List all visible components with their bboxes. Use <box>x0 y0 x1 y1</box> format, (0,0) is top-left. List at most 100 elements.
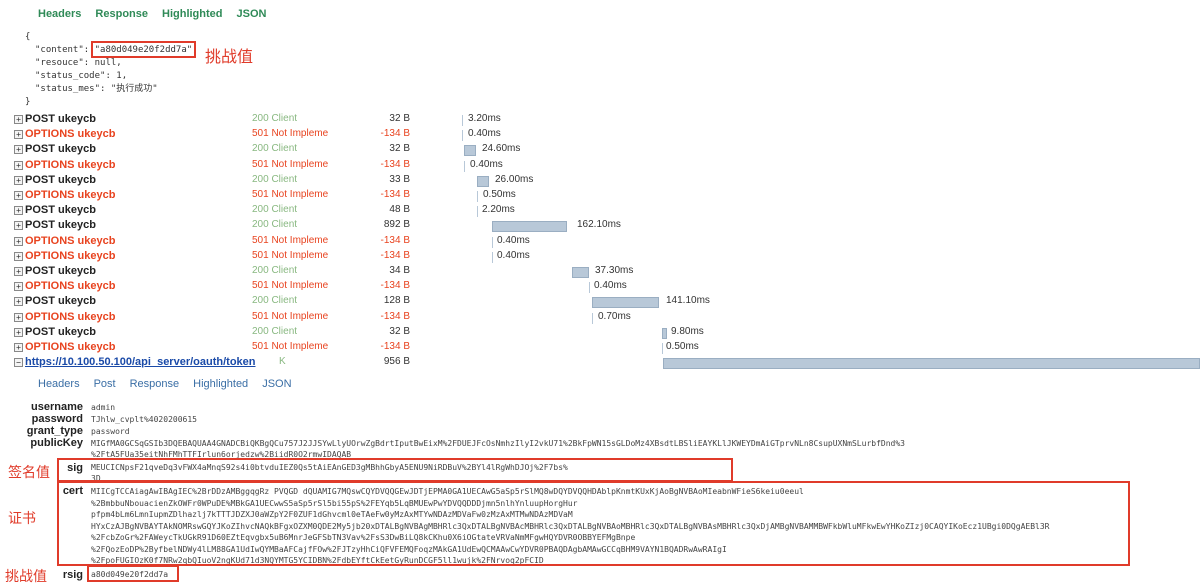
tab-headers[interactable]: Headers <box>38 8 81 20</box>
request-row[interactable]: + POST ukeycb 200 Client 128 B 141.10ms <box>14 295 1200 310</box>
json-content-key: "content" <box>35 45 84 55</box>
request-name[interactable]: POST ukeycb <box>25 143 96 155</box>
request-size: -134 B <box>380 128 410 140</box>
expand-icon[interactable]: + <box>14 236 23 246</box>
request-name[interactable]: POST ukeycb <box>25 295 96 307</box>
token-request-row[interactable]: − https://10.100.50.100/api_server/oauth… <box>14 356 1200 371</box>
tab-response-2[interactable]: Response <box>130 378 180 390</box>
expand-icon[interactable]: + <box>14 191 23 200</box>
request-row[interactable]: + OPTIONS ukeycb 501 Not Impleme -134 B 0.40… <box>14 235 1200 250</box>
request-row[interactable]: + OPTIONS ukeycb 501 Not Impleme -134 B 0.40… <box>14 128 1200 143</box>
request-status: 200 Client <box>252 113 298 124</box>
request-duration: 26.00ms <box>495 173 534 185</box>
request-size: -134 B <box>380 249 410 261</box>
token-request-url[interactable]: https://10.100.50.100/api_server/oauth/t… <box>25 356 256 368</box>
timeline-bar <box>492 221 567 233</box>
expand-icon[interactable]: + <box>14 297 23 307</box>
expand-icon[interactable]: + <box>14 206 23 216</box>
tab-json[interactable]: JSON <box>237 8 267 20</box>
request-name[interactable]: OPTIONS ukeycb <box>25 235 115 247</box>
request-duration: 37.30ms <box>595 265 634 276</box>
param-label-username: username <box>31 401 83 413</box>
annotation-challenge-bottom: 挑战值 <box>5 568 47 584</box>
expand-icon[interactable]: + <box>14 282 23 292</box>
signature-highlight <box>57 458 733 482</box>
request-size: -134 B <box>380 310 410 322</box>
request-row[interactable]: + POST ukeycb 200 Client 32 B 24.60ms <box>14 143 1200 158</box>
timeline-bar <box>464 160 465 172</box>
expand-icon[interactable]: + <box>14 327 23 337</box>
request-row[interactable]: + OPTIONS ukeycb 501 Not Impleme -134 B 0.40… <box>14 280 1200 295</box>
request-name[interactable]: OPTIONS ukeycb <box>25 250 115 262</box>
param-value-publickey-1: MIGfMA0GCSqGSIb3DQEBAQUAA4GNADCBiQKBgQCu… <box>91 439 905 448</box>
expand-icon[interactable]: + <box>14 130 23 140</box>
param-value-username: admin <box>91 403 116 412</box>
request-row[interactable]: + OPTIONS ukeycb 501 Not Impleme -134 B 0.40… <box>14 159 1200 174</box>
request-row[interactable]: + POST ukeycb 200 Client 33 B 26.00ms <box>14 174 1200 189</box>
request-name[interactable]: POST ukeycb <box>25 174 96 186</box>
request-row[interactable]: + POST ukeycb 200 Client 892 B 162.10ms <box>14 219 1200 234</box>
expand-icon[interactable]: + <box>14 343 23 352</box>
expand-icon[interactable]: + <box>14 312 23 322</box>
request-duration: 3.20ms <box>468 113 501 124</box>
request-row[interactable]: + OPTIONS ukeycb 501 Not Impleme -134 B 0.50… <box>14 189 1200 204</box>
timeline-bar <box>464 145 476 157</box>
expand-icon[interactable]: + <box>14 160 23 170</box>
request-status: 200 Client <box>252 295 298 307</box>
expand-icon[interactable]: + <box>14 175 23 185</box>
request-name[interactable]: OPTIONS ukeycb <box>25 128 115 140</box>
request-name[interactable]: OPTIONS ukeycb <box>25 311 115 323</box>
expand-icon[interactable]: + <box>14 221 23 231</box>
request-name[interactable]: POST ukeycb <box>25 113 96 125</box>
request-duration: 9.80ms <box>671 325 704 337</box>
request-name[interactable]: OPTIONS ukeycb <box>25 189 115 201</box>
tab-json-2[interactable]: JSON <box>262 378 291 390</box>
tab-post[interactable]: Post <box>94 378 116 390</box>
request-duration: 0.50ms <box>666 341 699 352</box>
tab-headers-2[interactable]: Headers <box>38 378 80 390</box>
request-status: 200 Client <box>252 265 298 276</box>
response-tabs: Headers Response Highlighted JSON <box>38 8 280 20</box>
tab-response[interactable]: Response <box>95 8 148 20</box>
token-request-status: K <box>279 356 286 367</box>
request-detail-tabs: Headers Post Response Highlighted JSON <box>38 378 306 390</box>
request-name[interactable]: OPTIONS ukeycb <box>25 280 115 292</box>
request-name[interactable]: POST ukeycb <box>25 219 96 231</box>
expand-icon[interactable]: + <box>14 115 23 124</box>
param-label-password: password <box>31 413 83 425</box>
expand-icon[interactable]: + <box>14 251 23 261</box>
request-name[interactable]: POST ukeycb <box>25 265 96 277</box>
collapse-icon[interactable]: − <box>14 358 23 367</box>
request-row[interactable]: + POST ukeycb 200 Client 34 B 37.30ms <box>14 265 1200 280</box>
request-row[interactable]: + OPTIONS ukeycb 501 Not Impleme -134 B 0.70… <box>14 311 1200 326</box>
request-status: 501 Not Impleme <box>252 128 329 140</box>
request-name[interactable]: POST ukeycb <box>25 204 96 216</box>
expand-icon[interactable]: + <box>14 145 23 155</box>
tab-highlighted-2[interactable]: Highlighted <box>193 378 248 390</box>
request-size: -134 B <box>380 341 410 352</box>
request-status: 200 Client <box>252 173 298 185</box>
request-row[interactable]: + POST ukeycb 200 Client 32 B 3.20ms <box>14 113 1200 128</box>
request-status: 200 Client <box>252 143 298 155</box>
request-row[interactable]: + POST ukeycb 200 Client 48 B 2.20ms <box>14 204 1200 219</box>
request-row[interactable]: + OPTIONS ukeycb 501 Not Impleme -134 B 0.40… <box>14 250 1200 265</box>
request-size: -134 B <box>380 280 410 292</box>
request-name[interactable]: OPTIONS ukeycb <box>25 341 115 353</box>
timeline-bar <box>492 236 493 248</box>
request-size: 32 B <box>389 325 410 337</box>
request-row[interactable]: + OPTIONS ukeycb 501 Not Impleme -134 B 0.50… <box>14 341 1200 356</box>
request-row[interactable]: + POST ukeycb 200 Client 32 B 9.80ms <box>14 326 1200 341</box>
timeline-bar <box>662 327 667 339</box>
annotation-challenge-top: 挑战值 <box>205 49 254 66</box>
request-size: 33 B <box>389 173 410 185</box>
expand-icon[interactable]: + <box>14 267 23 276</box>
request-name[interactable]: POST ukeycb <box>25 326 96 338</box>
timeline-bar <box>592 312 593 324</box>
request-name[interactable]: OPTIONS ukeycb <box>25 159 115 171</box>
request-status: 200 Client <box>252 219 298 231</box>
request-status: 200 Client <box>252 325 298 337</box>
tab-highlighted[interactable]: Highlighted <box>162 8 223 20</box>
json-resouce-line: "resouce": null, <box>35 58 122 68</box>
json-close-brace: } <box>25 97 31 107</box>
request-status: 501 Not Impleme <box>252 341 329 352</box>
